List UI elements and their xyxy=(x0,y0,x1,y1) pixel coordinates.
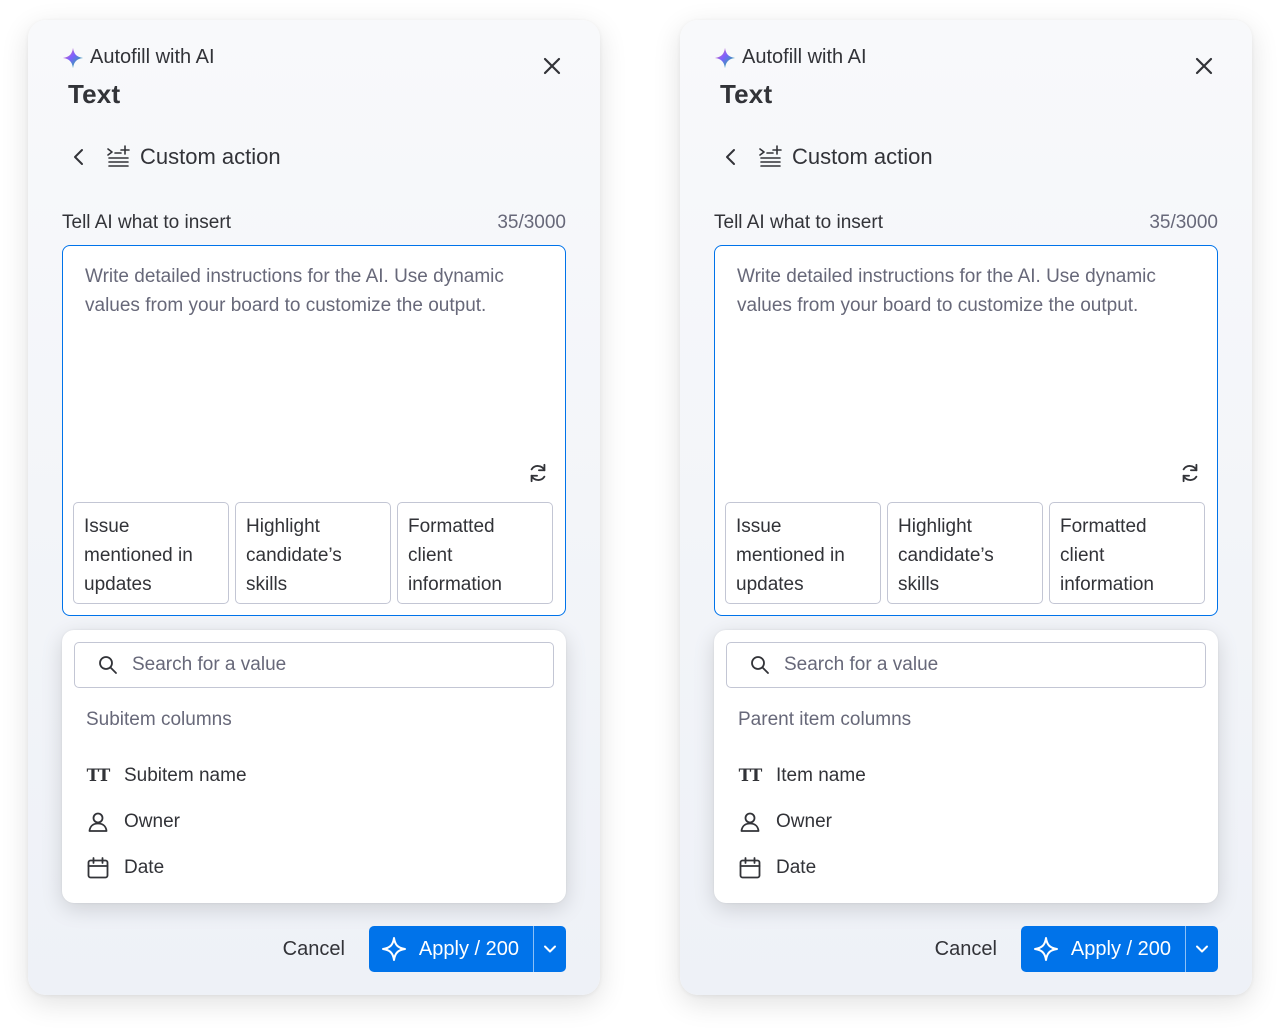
custom-action-label: Custom action xyxy=(140,144,281,169)
column-type-title: Text xyxy=(720,79,773,109)
suggestion-chips: Issue mentioned in updates Highlight can… xyxy=(73,502,553,604)
refresh-suggestions-icon[interactable] xyxy=(527,462,549,484)
value-search[interactable] xyxy=(74,642,554,688)
column-item-label: Date xyxy=(124,857,165,878)
autofill-panel-parent: Autofill with AI Text Custom action Tell… xyxy=(680,20,1252,995)
text-type-icon: TT xyxy=(738,766,763,786)
action-nav: Custom action xyxy=(70,144,281,170)
apply-button[interactable]: Apply / 200 xyxy=(1020,926,1218,972)
apply-options-button[interactable] xyxy=(534,926,566,972)
apply-options-button[interactable] xyxy=(1186,926,1218,972)
action-nav: Custom action xyxy=(722,144,933,170)
suggestion-chip[interactable]: Formatted client information xyxy=(1049,502,1205,604)
search-icon xyxy=(751,656,769,674)
close-icon[interactable] xyxy=(1192,54,1216,78)
column-item-label: Owner xyxy=(776,811,832,832)
column-item[interactable]: Priority xyxy=(738,891,866,903)
instruction-placeholder: Write detailed instructions for the AI. … xyxy=(85,266,504,316)
character-count: 35/3000 xyxy=(497,212,566,233)
suggestion-chip[interactable]: Formatted client information xyxy=(397,502,553,604)
suggestion-chip[interactable]: Issue mentioned in updates xyxy=(725,502,881,604)
text-type-icon: TT xyxy=(86,766,111,786)
panel-header: Autofill with AI xyxy=(714,46,867,69)
apply-main[interactable]: Apply / 200 xyxy=(369,926,533,972)
calendar-icon xyxy=(87,857,109,879)
column-item[interactable]: TT Subitem name xyxy=(86,753,247,799)
ai-sparkle-icon xyxy=(714,47,736,68)
columns-section-label: Parent item columns xyxy=(738,709,912,730)
column-item[interactable]: Owner xyxy=(86,799,247,845)
custom-action-icon xyxy=(107,145,130,167)
column-item-label: Item name xyxy=(776,765,866,786)
person-icon xyxy=(740,812,760,832)
chevron-down-icon xyxy=(1196,945,1208,953)
column-item[interactable]: Owner xyxy=(738,799,866,845)
back-chevron-icon[interactable] xyxy=(70,147,88,167)
panel-footer: Cancel Apply / 200 xyxy=(283,926,566,972)
status-icon xyxy=(738,902,762,903)
search-input[interactable] xyxy=(784,654,1184,676)
instruction-label: Tell AI what to insert xyxy=(714,212,883,233)
chevron-down-icon xyxy=(544,945,556,953)
autofill-panel-subitem: Autofill with AI Text Custom action Tell… xyxy=(28,20,600,995)
panel-footer: Cancel Apply / 200 xyxy=(935,926,1218,972)
column-item[interactable]: Date xyxy=(86,845,247,891)
apply-main[interactable]: Apply / 200 xyxy=(1021,926,1185,972)
column-item[interactable]: Date xyxy=(738,845,866,891)
ai-star-icon xyxy=(381,937,406,961)
column-item-label: Date xyxy=(776,857,817,878)
column-list: TT Item name Owner Date xyxy=(738,753,866,903)
refresh-suggestions-icon[interactable] xyxy=(1179,462,1201,484)
cancel-button[interactable]: Cancel xyxy=(935,938,997,961)
column-item[interactable]: TT Item name xyxy=(738,753,866,799)
search-icon xyxy=(99,656,117,674)
header-title: Autofill with AI xyxy=(742,46,867,68)
ai-star-icon xyxy=(1033,937,1058,961)
column-item[interactable]: Priority xyxy=(86,891,247,903)
person-icon xyxy=(88,812,108,832)
back-chevron-icon[interactable] xyxy=(722,147,740,167)
calendar-icon xyxy=(739,857,761,879)
header-title: Autofill with AI xyxy=(90,46,215,68)
apply-button[interactable]: Apply / 200 xyxy=(368,926,566,972)
cancel-button[interactable]: Cancel xyxy=(283,938,345,961)
dynamic-values-dropdown: Subitem columns TT Subitem name Owner Da… xyxy=(62,630,566,903)
column-list: TT Subitem name Owner Date xyxy=(86,753,247,903)
custom-action-icon xyxy=(759,145,782,167)
panel-header: Autofill with AI xyxy=(62,46,215,69)
column-item-label: Subitem name xyxy=(124,765,247,786)
value-search[interactable] xyxy=(726,642,1206,688)
status-icon xyxy=(86,902,110,903)
column-item-label: Owner xyxy=(124,811,180,832)
suggestion-chips: Issue mentioned in updates Highlight can… xyxy=(725,502,1205,604)
suggestion-chip[interactable]: Issue mentioned in updates xyxy=(73,502,229,604)
close-icon[interactable] xyxy=(540,54,564,78)
instruction-textarea[interactable]: Write detailed instructions for the AI. … xyxy=(62,245,566,616)
apply-label: Apply / 200 xyxy=(418,937,519,960)
ai-sparkle-icon xyxy=(62,47,84,68)
columns-section-label: Subitem columns xyxy=(86,709,232,730)
custom-action-label: Custom action xyxy=(792,144,933,169)
dynamic-values-dropdown: Parent item columns TT Item name Owner D… xyxy=(714,630,1218,903)
apply-label: Apply / 200 xyxy=(1070,937,1171,960)
instruction-label: Tell AI what to insert xyxy=(62,212,231,233)
column-type-title: Text xyxy=(68,79,121,109)
suggestion-chip[interactable]: Highlight candidate’s skills xyxy=(235,502,391,604)
character-count: 35/3000 xyxy=(1149,212,1218,233)
suggestion-chip[interactable]: Highlight candidate’s skills xyxy=(887,502,1043,604)
instruction-textarea[interactable]: Write detailed instructions for the AI. … xyxy=(714,245,1218,616)
instruction-placeholder: Write detailed instructions for the AI. … xyxy=(737,266,1156,316)
search-input[interactable] xyxy=(132,654,532,676)
